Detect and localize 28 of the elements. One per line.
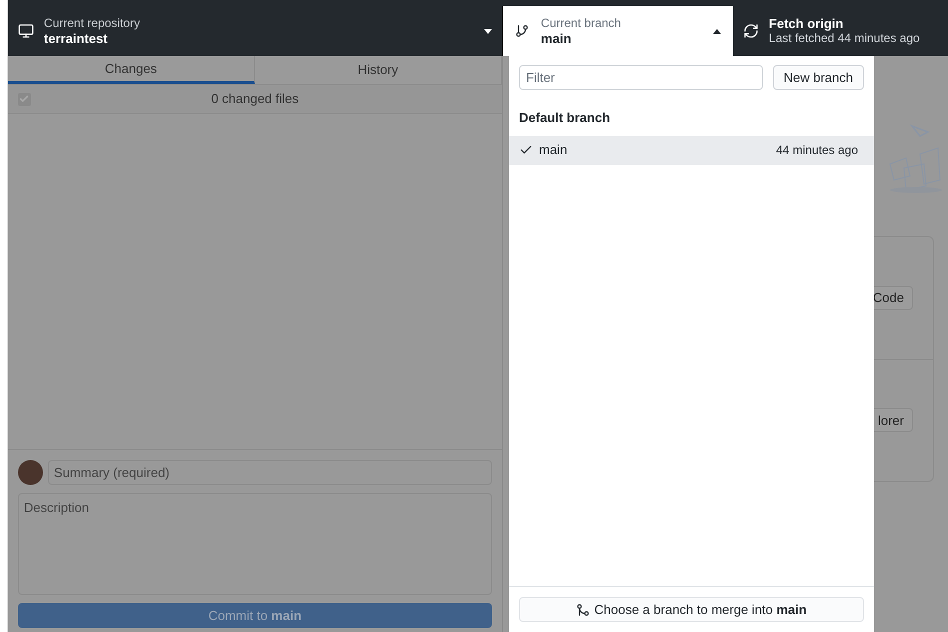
branch-item[interactable]: main 44 minutes ago	[509, 136, 874, 164]
select-all-checkbox[interactable]	[18, 92, 31, 106]
repository-name: terraintest	[44, 31, 108, 46]
branch-name: main	[540, 31, 572, 46]
branch-item-name: main	[539, 141, 568, 160]
new-branch-button[interactable]: New branch	[772, 65, 864, 90]
branch-group-header: Default branch	[518, 109, 612, 127]
branch-label: Current branch	[540, 16, 622, 31]
repository-label: Current repository	[44, 16, 141, 31]
fetch-title: Fetch origin	[768, 16, 844, 31]
fetch-subtitle: Last fetched 44 minutes ago	[768, 31, 920, 46]
branch-item-time: 44 minutes ago	[776, 142, 859, 159]
refresh-icon	[742, 23, 759, 39]
caret-up-icon	[712, 28, 721, 34]
filter-field[interactable]: Filter	[519, 65, 763, 90]
branch-icon	[514, 24, 529, 38]
branch-selector[interactable]: Current branch main	[502, 6, 733, 56]
monitor-icon	[18, 23, 34, 39]
changed-files-count: 0 changed files	[210, 90, 300, 108]
fetch-origin-button[interactable]: Fetch origin Last fetched 44 minutes ago	[732, 6, 948, 56]
avatar	[18, 460, 43, 485]
tab[interactable]: History	[254, 56, 502, 84]
description-field[interactable]: Description	[18, 493, 492, 595]
summary-field[interactable]: Summary (required)	[48, 460, 492, 485]
merge-branch-button[interactable]: Choose a branch to merge into main	[519, 597, 864, 622]
caret-down-icon	[484, 28, 492, 34]
check-icon	[19, 94, 30, 104]
merge-icon	[576, 602, 590, 616]
